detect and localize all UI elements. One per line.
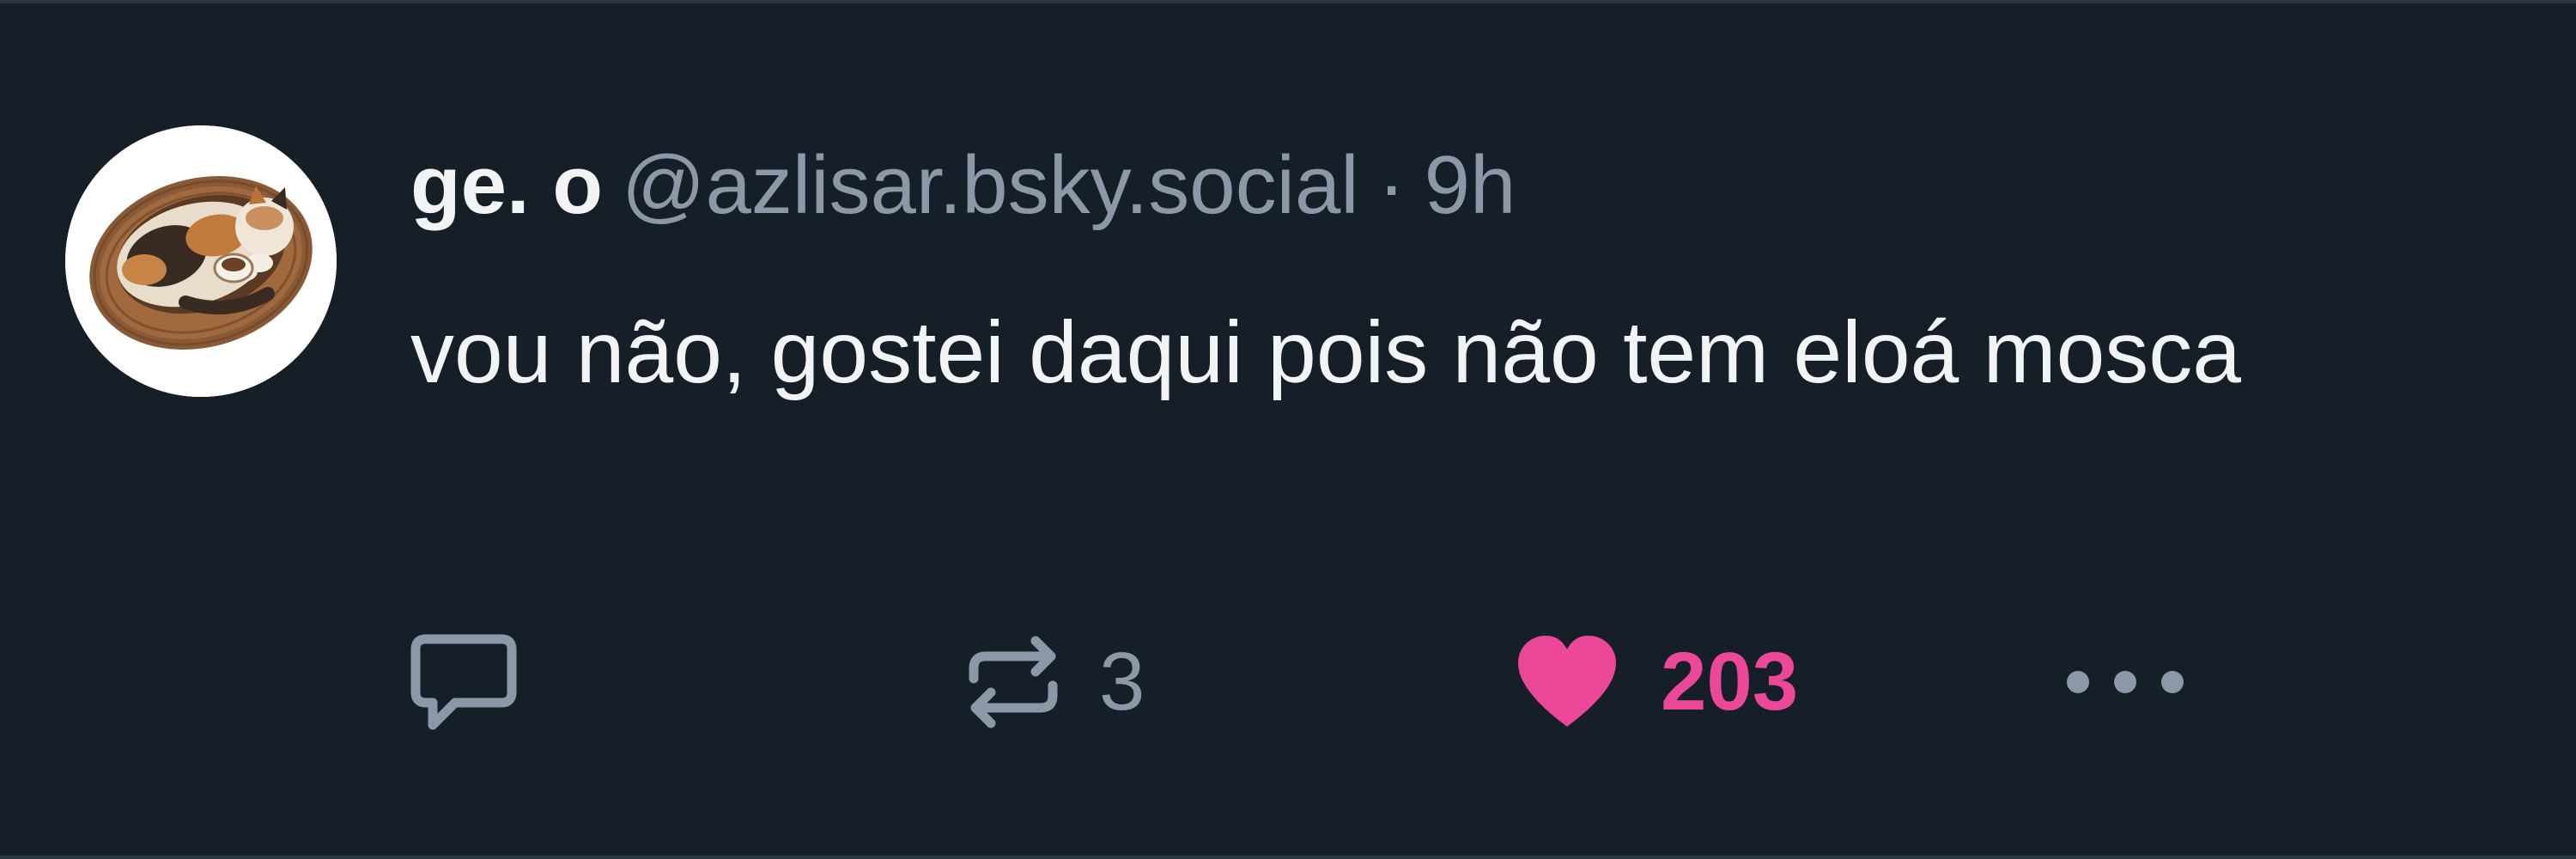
reply-icon [410,634,517,730]
display-name[interactable]: ge. o [410,139,603,231]
repost-icon [969,636,1058,728]
more-icon [2067,671,2184,693]
separator-dot: · [1377,139,1406,231]
post-header: ge. o @azlisar.bsky.social · 9h [410,134,1516,237]
post-card[interactable]: ge. o @azlisar.bsky.social · 9h vou não, go… [0,0,2576,859]
post-text: vou não, gostei daqui pois não tem eloá … [410,303,2242,401]
post-timestamp[interactable]: 9h [1425,139,1516,231]
like-count: 203 [1661,636,1799,728]
heart-icon [1518,636,1616,727]
more-options-button[interactable] [2061,622,2190,742]
avatar[interactable] [65,125,337,397]
repost-button[interactable]: 3 [962,622,1145,742]
post-actions: 3 203 [0,622,2576,742]
like-button[interactable]: 203 [1511,622,1798,742]
cat-in-basket-avatar-icon [65,125,337,397]
reply-button[interactable] [407,622,520,742]
author-handle[interactable]: @azlisar.bsky.social [622,139,1359,231]
repost-count: 3 [1099,636,1145,728]
